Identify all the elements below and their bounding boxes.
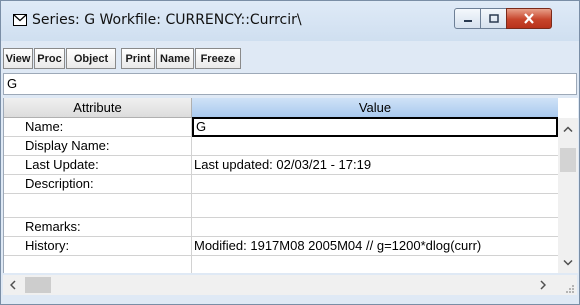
vertical-scroll-thumb[interactable] [560,148,576,172]
attribute-cell [4,194,192,217]
table-row[interactable]: History: Modified: 1917M08 2005M04 // g=… [4,237,558,256]
value-cell-selected[interactable]: G [192,117,558,137]
value-cell[interactable] [192,218,558,236]
maximize-icon [488,14,499,23]
value-cell[interactable] [192,175,558,193]
horizontal-scrollbar[interactable] [3,275,577,295]
value-cell[interactable] [192,137,558,155]
attribute-cell: Description: [4,175,192,193]
view-button[interactable]: View [3,48,33,69]
column-header-attribute[interactable]: Attribute [4,98,192,118]
table-row[interactable]: Last Update: Last updated: 02/03/21 - 17… [4,156,558,175]
attribute-cell: Last Update: [4,156,192,174]
name-button[interactable]: Name [156,48,194,69]
resize-grip-icon[interactable] [565,284,575,294]
value-cell[interactable]: Modified: 1917M08 2005M04 // g=1200*dlog… [192,237,558,255]
scroll-right-button[interactable] [533,275,553,295]
close-button[interactable] [506,8,552,29]
attribute-table[interactable]: Attribute Value Name: G Display Name: La… [3,98,578,273]
scroll-up-button[interactable] [558,120,578,138]
attribute-cell: History: [4,237,192,255]
attribute-cell: Name: [4,118,192,136]
horizontal-scroll-thumb[interactable] [25,277,51,293]
table-row [4,256,558,273]
chevron-left-icon [10,280,16,290]
close-icon [524,13,534,24]
table-row[interactable]: Remarks: [4,218,558,237]
object-button[interactable]: Object [66,48,116,69]
freeze-button[interactable]: Freeze [195,48,241,69]
window-title: Series: G Workfile: CURRENCY::Currcir\ [32,12,302,28]
table-row[interactable]: Name: G [4,117,558,137]
series-icon [13,14,27,26]
value-cell[interactable] [192,194,558,212]
attribute-cell: Display Name: [4,137,192,155]
column-header-value[interactable]: Value [192,98,558,118]
table-row[interactable]: Description: [4,175,558,194]
maximize-button[interactable] [480,8,507,29]
scroll-down-button[interactable] [558,254,578,272]
vertical-scrollbar[interactable] [558,118,578,273]
table-row[interactable] [4,194,558,218]
chevron-down-icon [563,260,573,266]
title-bar[interactable]: Series: G Workfile: CURRENCY::Currcir\ [1,1,579,41]
minimize-button[interactable] [454,8,481,29]
table-row[interactable]: Display Name: [4,137,558,156]
minimize-icon [463,19,472,22]
chevron-right-icon [540,280,546,290]
proc-button[interactable]: Proc [34,48,65,69]
value-cell-empty [192,256,558,273]
caption-buttons [454,8,560,29]
object-name-bar: G [3,73,577,95]
value-cell[interactable]: Last updated: 02/03/21 - 17:19 [192,156,558,174]
attribute-cell: Remarks: [4,218,192,236]
chevron-up-icon [563,126,573,132]
attribute-cell-empty [4,256,192,273]
scroll-left-button[interactable] [3,275,23,295]
print-button[interactable]: Print [121,48,155,69]
toolbar: View Proc Object Print Name Freeze [3,48,242,69]
series-window: Series: G Workfile: CURRENCY::Currcir\ V… [0,0,580,305]
